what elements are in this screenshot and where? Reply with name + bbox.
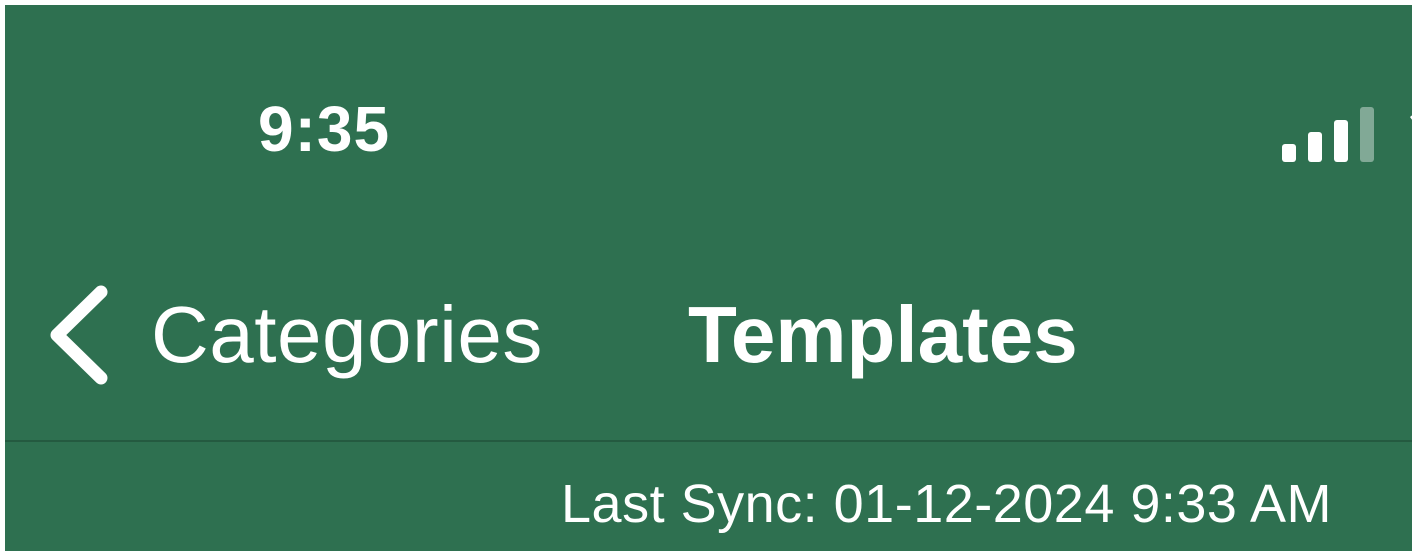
- back-button[interactable]: Categories: [43, 275, 543, 395]
- status-bar-time: 9:35: [258, 93, 391, 165]
- signal-bar: [1360, 107, 1374, 162]
- last-sync-status: Last Sync: 01-12-2024 9:33 AM: [561, 474, 1332, 534]
- cellular-signal-icon: [1282, 102, 1377, 162]
- wifi-icon: [1410, 115, 1412, 120]
- signal-bar: [1308, 132, 1322, 162]
- app-screen: 9:35 Categories Templates Last Sync: 01-…: [5, 5, 1412, 551]
- page-title: Templates: [688, 290, 1078, 379]
- back-button-label: Categories: [151, 290, 543, 379]
- chevron-left-icon: [50, 285, 108, 385]
- signal-bar: [1282, 144, 1296, 162]
- signal-bar: [1334, 120, 1348, 162]
- header-divider: [5, 440, 1412, 442]
